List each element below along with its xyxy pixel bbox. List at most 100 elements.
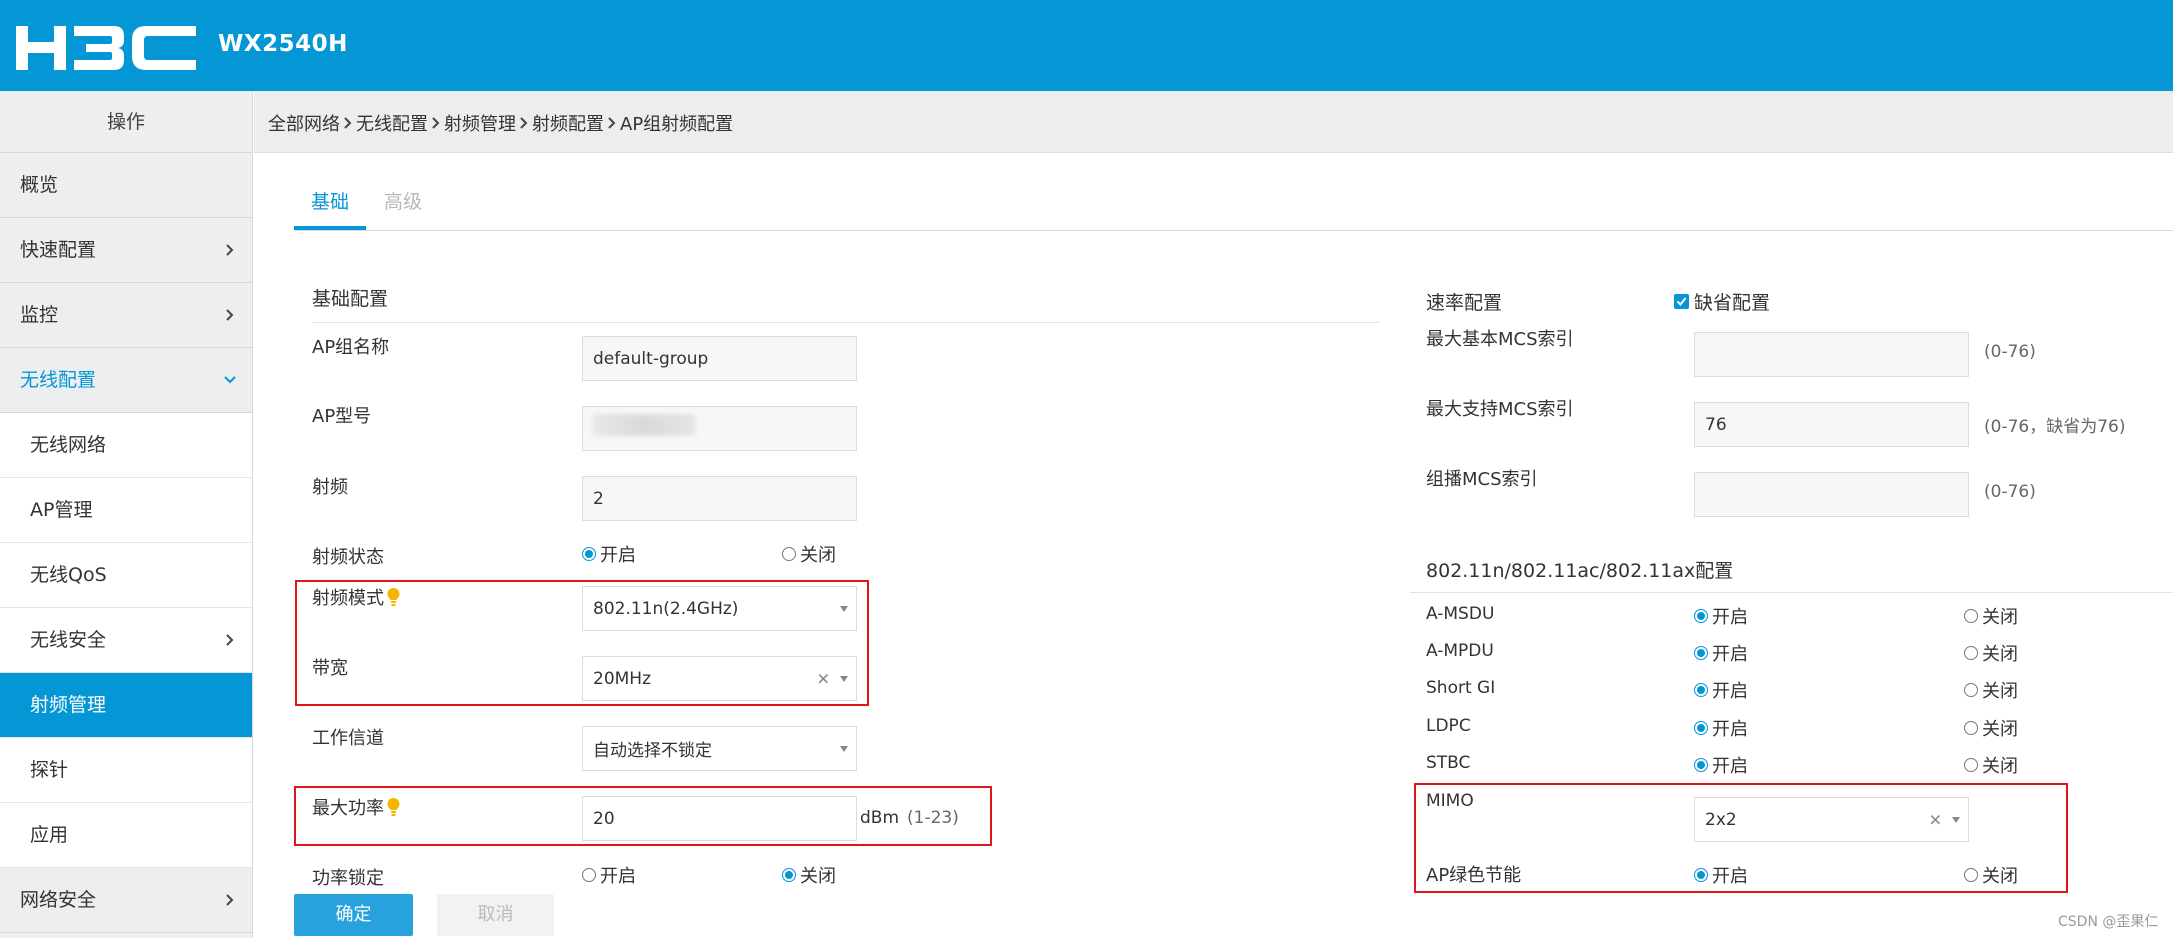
multicast-mcs-input[interactable] <box>1694 472 1969 517</box>
short-gi-label: Short GI <box>1426 678 1496 698</box>
chevron-right-icon <box>226 894 234 906</box>
sidebar-item-wireless-network[interactable]: 无线网络 <box>0 413 252 478</box>
max-support-mcs-input[interactable]: 76 <box>1694 402 1969 447</box>
breadcrumb-item[interactable]: 无线配置 <box>356 110 428 136</box>
short-gi-on[interactable]: 开启 <box>1694 677 1748 703</box>
sidebar-item-label: 快速配置 <box>20 239 97 261</box>
ampdu-on[interactable]: 开启 <box>1694 640 1748 666</box>
radio-option-label: 关闭 <box>1982 719 2018 740</box>
radio-option-label: 关闭 <box>800 545 836 566</box>
radio-mode-select[interactable]: 802.11n(2.4GHz) <box>582 586 857 631</box>
sidebar-item-network-security[interactable]: 网络安全 <box>0 868 252 933</box>
breadcrumb-item[interactable]: 射频配置 <box>532 110 604 136</box>
stbc-label: STBC <box>1426 753 1471 773</box>
radio-button-icon <box>582 868 596 882</box>
radio-button-icon <box>782 547 796 561</box>
breadcrumb-item: AP组射频配置 <box>620 114 734 135</box>
multicast-mcs-label: 组播MCS索引 <box>1426 469 1538 490</box>
bandwidth-select[interactable]: 20MHz ✕ <box>582 656 857 701</box>
chevron-right-icon <box>226 309 234 321</box>
tab-advanced[interactable]: 高级 <box>384 187 422 230</box>
amsdu-off[interactable]: 关闭 <box>1964 603 2018 629</box>
clear-icon[interactable]: ✕ <box>817 669 830 688</box>
green-energy-off[interactable]: 关闭 <box>1964 862 2018 888</box>
radio-mode-label: 射频模式 <box>312 584 400 610</box>
max-power-input[interactable]: 20 <box>582 796 857 841</box>
sidebar: 操作 概览 快速配置 监控 无线配置 无线网络 AP管理 无线QoS 无线安全 … <box>0 91 253 938</box>
ldpc-on[interactable]: 开启 <box>1694 715 1748 741</box>
dropdown-arrow-icon <box>1952 816 1960 823</box>
max-power-range: (1-23) <box>907 808 959 828</box>
basic-section-title: 基础配置 <box>312 288 389 310</box>
sidebar-item-label: 无线网络 <box>30 434 107 456</box>
chevron-right-icon <box>520 117 528 129</box>
sidebar-item-label: AP管理 <box>30 499 93 521</box>
stbc-on[interactable]: 开启 <box>1694 752 1748 778</box>
sidebar-item-label: 应用 <box>30 824 69 846</box>
radio-label: 射频 <box>312 477 348 498</box>
sidebar-item-overview[interactable]: 概览 <box>0 153 252 218</box>
dropdown-arrow-icon <box>840 745 848 752</box>
radio-mode-label-text: 射频模式 <box>312 588 384 609</box>
green-energy-on[interactable]: 开启 <box>1694 862 1748 888</box>
mimo-value: 2x2 <box>1705 809 1737 830</box>
n-section-title: 802.11n/802.11ac/802.11ax配置 <box>1426 560 1734 582</box>
sidebar-item-wireless-security[interactable]: 无线安全 <box>0 608 252 673</box>
sidebar-item-label: 无线安全 <box>30 629 107 651</box>
max-support-mcs-value: 76 <box>1705 414 1727 435</box>
sidebar-item-ap-management[interactable]: AP管理 <box>0 478 252 543</box>
power-lock-on[interactable]: 开启 <box>582 862 636 888</box>
radio-button-icon <box>1694 721 1708 735</box>
default-config-checkbox[interactable] <box>1674 294 1689 309</box>
breadcrumb-item[interactable]: 全部网络 <box>268 110 340 136</box>
radio-option-label: 关闭 <box>1982 866 2018 887</box>
radio-button-icon <box>1694 683 1708 697</box>
radio-option-label: 开启 <box>1712 719 1748 740</box>
sidebar-item-wireless-config[interactable]: 无线配置 <box>0 348 252 413</box>
radio-state-on[interactable]: 开启 <box>582 541 636 567</box>
sidebar-item-label: 无线QoS <box>30 564 107 586</box>
ok-button[interactable]: 确定 <box>294 894 413 936</box>
max-basic-mcs-hint: (0-76) <box>1984 342 2036 362</box>
mimo-select[interactable]: 2x2 ✕ <box>1694 797 1969 842</box>
stbc-off[interactable]: 关闭 <box>1964 752 2018 778</box>
radio-option-label: 关闭 <box>1982 607 2018 628</box>
radio-button-icon <box>1964 721 1978 735</box>
radio-button-icon <box>1964 646 1978 660</box>
breadcrumb-item[interactable]: 射频管理 <box>444 110 516 136</box>
radio-option-label: 开启 <box>1712 644 1748 665</box>
radio-field[interactable]: 2 <box>582 476 857 521</box>
max-support-mcs-hint: (0-76，缺省为76) <box>1984 417 2126 437</box>
max-basic-mcs-input[interactable] <box>1694 332 1969 377</box>
section-divider <box>312 322 1380 323</box>
clear-icon[interactable]: ✕ <box>1929 810 1942 829</box>
radio-option-label: 关闭 <box>1982 681 2018 702</box>
sidebar-item-monitor[interactable]: 监控 <box>0 283 252 348</box>
cancel-button[interactable]: 取消 <box>437 894 554 936</box>
radio-option-label: 关闭 <box>1982 756 2018 777</box>
sidebar-item-label: 概览 <box>20 174 59 196</box>
amsdu-on[interactable]: 开启 <box>1694 603 1748 629</box>
sidebar-item-radio-management[interactable]: 射频管理 <box>0 673 252 738</box>
sidebar-item-quick-config[interactable]: 快速配置 <box>0 218 252 283</box>
sidebar-item-label: 探针 <box>30 759 69 781</box>
sidebar-item-application[interactable]: 应用 <box>0 803 252 868</box>
sidebar-item-probe[interactable]: 探针 <box>0 738 252 803</box>
sidebar-item-wireless-qos[interactable]: 无线QoS <box>0 543 252 608</box>
radio-mode-value: 802.11n(2.4GHz) <box>593 598 739 619</box>
default-config-label: 缺省配置 <box>1694 292 1771 314</box>
device-model: WX2540H <box>218 31 348 57</box>
radio-state-off[interactable]: 关闭 <box>782 541 836 567</box>
power-lock-off[interactable]: 关闭 <box>782 862 836 888</box>
sidebar-item-label: 网络安全 <box>20 889 97 911</box>
green-energy-label: AP绿色节能 <box>1426 865 1522 886</box>
channel-select[interactable]: 自动选择不锁定 <box>582 726 857 771</box>
short-gi-off[interactable]: 关闭 <box>1964 677 2018 703</box>
lightbulb-icon <box>387 798 400 816</box>
ldpc-off[interactable]: 关闭 <box>1964 715 2018 741</box>
ampdu-off[interactable]: 关闭 <box>1964 640 2018 666</box>
checkmark-icon <box>1676 297 1687 307</box>
tab-basic[interactable]: 基础 <box>294 187 366 230</box>
ap-group-value: default-group <box>593 348 709 369</box>
ap-group-field[interactable]: default-group <box>582 336 857 381</box>
